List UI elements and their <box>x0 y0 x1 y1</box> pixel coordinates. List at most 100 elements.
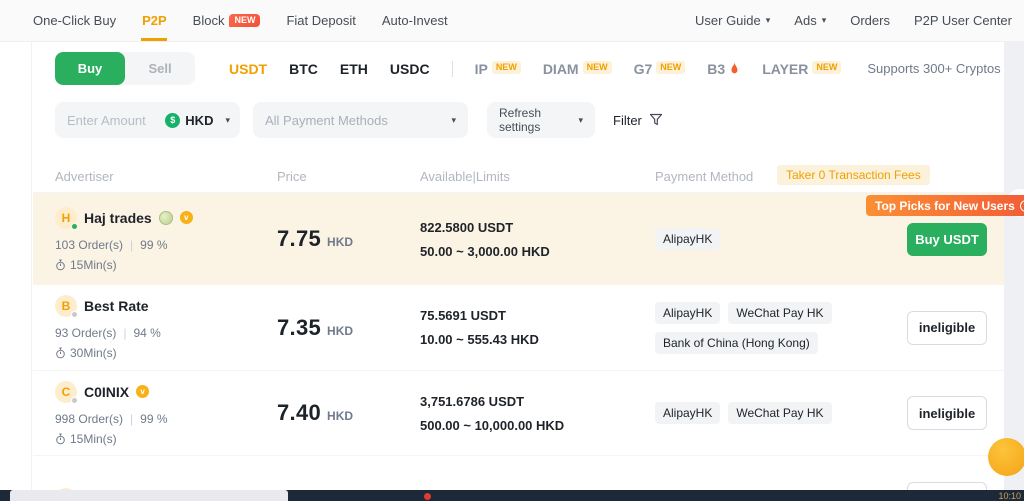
chevron-down-icon: ▾ <box>451 115 456 126</box>
top-picks-label: Top Picks for New Users <box>875 199 1015 213</box>
taskbar-app-icon[interactable] <box>424 493 431 500</box>
support-float-button[interactable] <box>988 438 1024 476</box>
payment-methods-cell: AlipayHK <box>655 193 720 285</box>
coin-tab-layer-label: LAYER <box>762 61 808 77</box>
taskbar-clock: 10:10 <box>998 491 1021 501</box>
order-count: 998 Order(s) <box>55 412 123 426</box>
limits-range: 500.00 ~ 10,000.00 HKD <box>420 418 564 433</box>
payment-tag: WeChat Pay HK <box>728 402 831 424</box>
top-picks-badge[interactable]: Top Picks for New Users ? <box>866 195 1024 216</box>
payment-tag: AlipayHK <box>655 302 720 324</box>
price-value: 7.75 <box>277 226 321 252</box>
action-cell: ineligible <box>907 285 987 370</box>
new-badge: NEW <box>492 61 521 74</box>
advertiser-name[interactable]: Best Rate <box>84 298 149 314</box>
avatar[interactable]: H <box>55 207 77 229</box>
available-amount: 75.5691 USDT <box>420 308 539 323</box>
coin-tab-layer[interactable]: LAYER NEW <box>762 61 841 77</box>
taskbar-window-edge <box>10 490 288 501</box>
advertiser-name[interactable]: Haj trades <box>84 210 152 226</box>
release-time: 15Min(s) <box>70 258 117 272</box>
coin-tab-usdc[interactable]: USDC <box>390 61 430 77</box>
verified-icon: v <box>180 211 193 224</box>
stopwatch-icon <box>55 347 66 359</box>
refresh-settings-select[interactable]: Refresh settings ▾ <box>487 102 595 138</box>
ineligible-button[interactable]: ineligible <box>907 311 987 345</box>
payment-tag: Bank of China (Hong Kong) <box>655 332 818 354</box>
buy-usdt-button[interactable]: Buy USDT <box>907 223 987 256</box>
payment-methods-cell: AlipayHK WeChat Pay HK Bank of China (Ho… <box>655 285 832 370</box>
offer-row-haj-trades: H Haj trades v 103 Order(s) | 99 % 15Min… <box>33 193 1004 285</box>
filter-button[interactable]: Filter <box>613 113 663 128</box>
col-header-price: Price <box>277 169 307 184</box>
nav-fiat-deposit[interactable]: Fiat Deposit <box>286 0 355 41</box>
coin-tabs: USDT BTC ETH USDC IP NEW DIAM NEW G7 NEW… <box>229 61 1012 77</box>
offline-dot-icon <box>71 397 78 404</box>
chevron-down-icon: ▾ <box>225 115 230 126</box>
coin-tab-ip[interactable]: IP NEW <box>475 61 521 77</box>
amount-input[interactable] <box>67 113 165 128</box>
question-circle-icon: ? <box>1020 200 1024 212</box>
nav-user-guide-label: User Guide <box>695 13 761 28</box>
taker-fee-badge: Taker 0 Transaction Fees <box>777 165 930 185</box>
limits-range: 50.00 ~ 3,000.00 HKD <box>420 244 550 259</box>
new-badge: NEW <box>583 61 612 74</box>
nav-user-guide[interactable]: User Guide ▾ <box>695 0 770 41</box>
available-limits-cell: 822.5800 USDT 50.00 ~ 3,000.00 HKD <box>420 193 550 285</box>
sell-tab[interactable]: Sell <box>125 52 195 85</box>
page-right-gutter <box>1004 42 1024 490</box>
avatar[interactable]: B <box>55 295 77 317</box>
top-nav: One-Click Buy P2P Block NEW Fiat Deposit… <box>0 0 1024 42</box>
price-cell: 7.35 HKD <box>277 285 353 370</box>
price-currency: HKD <box>327 235 353 249</box>
nav-auto-invest[interactable]: Auto-Invest <box>382 0 448 41</box>
filter-row: $ HKD ▾ All Payment Methods ▾ Refresh se… <box>55 102 663 138</box>
fiat-selector[interactable]: $ HKD ▾ <box>165 113 230 128</box>
nav-p2p[interactable]: P2P <box>142 0 167 41</box>
advertiser-name[interactable]: C0INIX <box>84 384 129 400</box>
taskbar: 10:10 <box>0 490 1024 501</box>
top-nav-right: User Guide ▾ Ads ▾ Orders P2P User Cente… <box>695 0 1024 41</box>
chevron-down-icon: ▾ <box>766 15 771 26</box>
flame-icon <box>729 62 740 76</box>
amount-filter: $ HKD ▾ <box>55 102 240 138</box>
release-time: 30Min(s) <box>70 346 117 360</box>
avatar[interactable]: C <box>55 381 77 403</box>
fiat-label: HKD <box>185 113 213 128</box>
buy-sell-toggle: Buy Sell <box>55 52 195 85</box>
nav-ads[interactable]: Ads ▾ <box>794 0 826 41</box>
online-dot-icon <box>71 223 78 230</box>
coin-tab-b3[interactable]: B3 <box>707 61 740 77</box>
nav-orders[interactable]: Orders <box>850 0 890 41</box>
coin-tab-btc[interactable]: BTC <box>289 61 318 77</box>
nav-p2p-user-center[interactable]: P2P User Center <box>914 0 1012 41</box>
stopwatch-icon <box>55 433 66 445</box>
nav-ads-label: Ads <box>794 13 816 28</box>
price-currency: HKD <box>327 324 353 338</box>
refresh-settings-label: Refresh settings <box>499 106 578 134</box>
nav-one-click-buy[interactable]: One-Click Buy <box>33 0 116 41</box>
release-time: 15Min(s) <box>70 432 117 446</box>
payment-method-select[interactable]: All Payment Methods ▾ <box>253 102 468 138</box>
available-amount: 3,751.6786 USDT <box>420 394 564 409</box>
offer-row-coinix: C C0INIX v 998 Order(s) | 99 % 15Min(s) … <box>33 371 1004 456</box>
payment-methods-cell: AlipayHK WeChat Pay HK <box>655 371 832 455</box>
coin-tab-eth[interactable]: ETH <box>340 61 368 77</box>
coin-tab-g7[interactable]: G7 NEW <box>634 61 686 77</box>
completion-rate: 94 % <box>133 326 160 340</box>
top-nav-left: One-Click Buy P2P Block NEW Fiat Deposit… <box>0 0 448 41</box>
avatar-initial: B <box>62 299 71 313</box>
completion-rate: 99 % <box>140 412 167 426</box>
coin-tab-usdt[interactable]: USDT <box>229 61 267 77</box>
col-header-available-limits: Available|Limits <box>420 169 510 184</box>
avatar-initial: C <box>62 385 71 399</box>
supports-300-cryptos-link[interactable]: Supports 300+ Cryptos > <box>867 61 1012 76</box>
buy-tab[interactable]: Buy <box>55 52 125 85</box>
completion-rate: 99 % <box>140 238 167 252</box>
new-badge: NEW <box>656 61 685 74</box>
offer-list: H Haj trades v 103 Order(s) | 99 % 15Min… <box>33 193 1004 501</box>
nav-block[interactable]: Block NEW <box>193 0 261 41</box>
ineligible-button[interactable]: ineligible <box>907 396 987 430</box>
stopwatch-icon <box>55 259 66 271</box>
coin-tab-diam[interactable]: DIAM NEW <box>543 61 612 77</box>
